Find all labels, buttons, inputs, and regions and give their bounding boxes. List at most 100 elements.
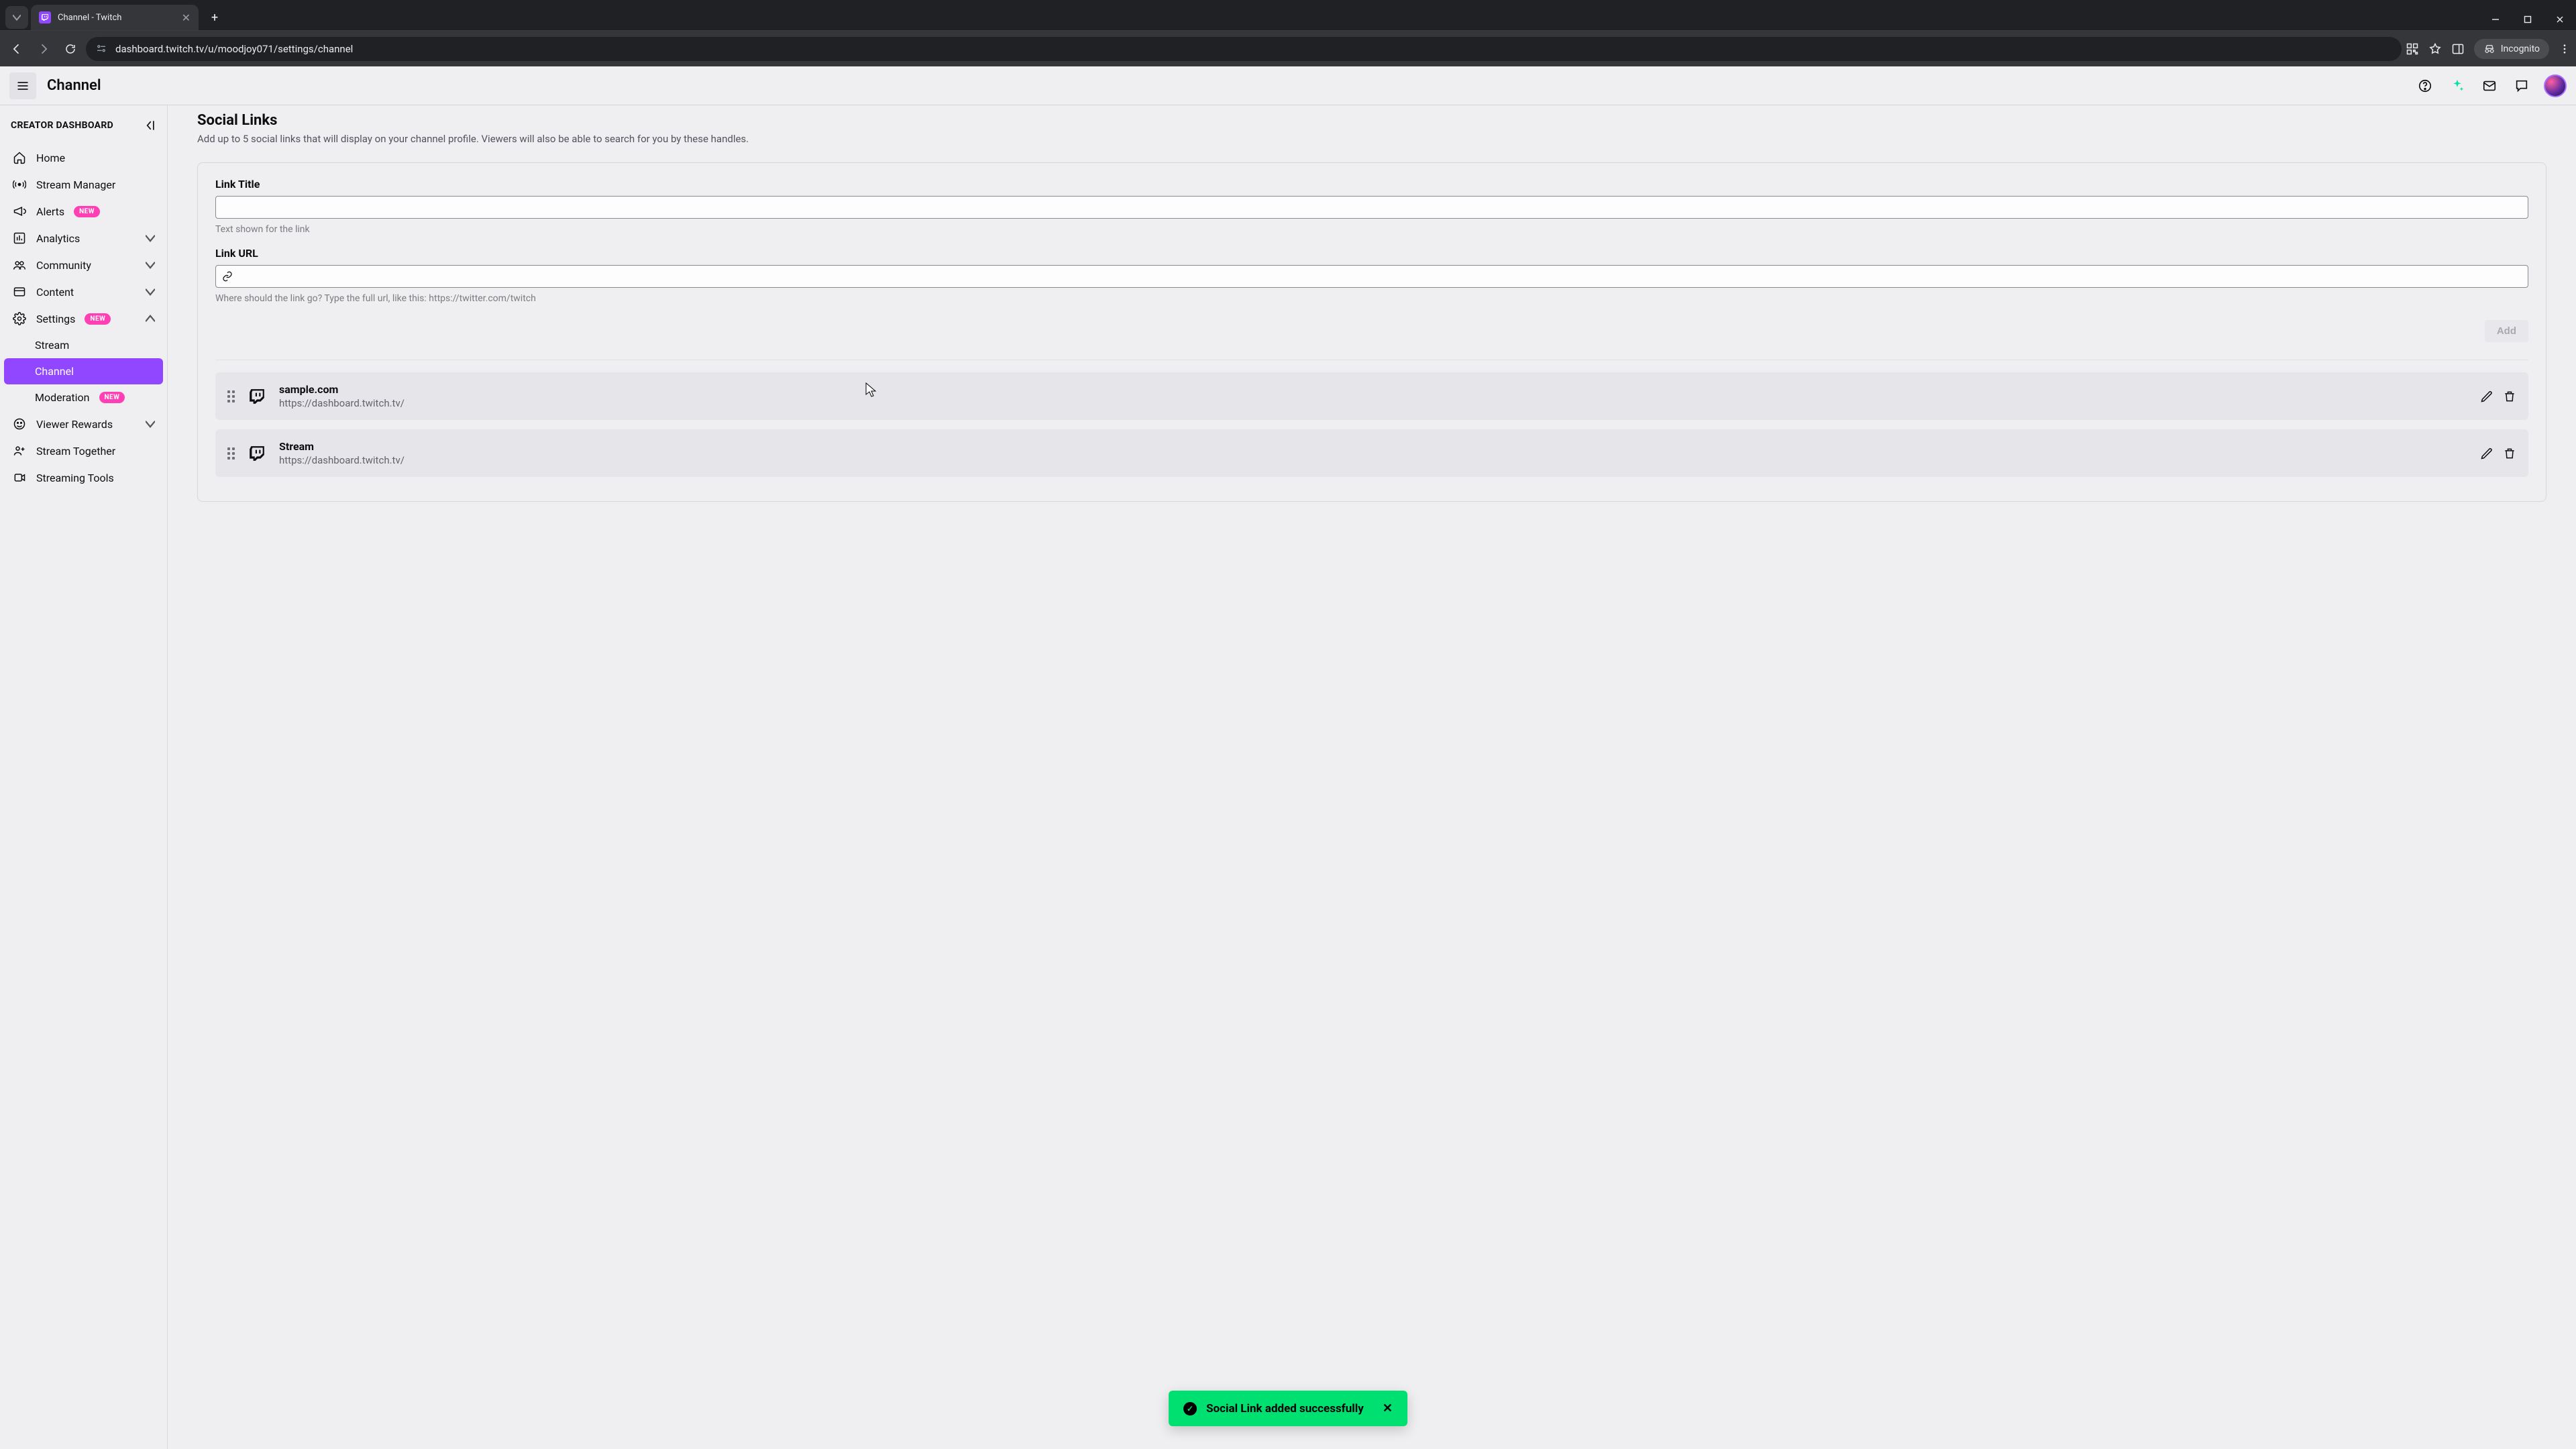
sidebar-item-label: Analytics <box>36 232 80 245</box>
user-avatar[interactable] <box>2544 74 2567 97</box>
sidebar-item-channel[interactable]: Channel <box>4 358 163 384</box>
incognito-label: Incognito <box>2501 44 2540 54</box>
sidebar-item-label: Community <box>36 259 91 272</box>
gear-icon <box>12 312 27 325</box>
drag-handle[interactable] <box>227 390 235 402</box>
sidebar-item-label: Streaming Tools <box>36 472 114 484</box>
social-link-url: https://dashboard.twitch.tv/ <box>279 397 2468 409</box>
chat-icon <box>2514 78 2529 93</box>
browser-forward-button[interactable] <box>32 38 55 60</box>
sidebar-item-content[interactable]: Content <box>4 278 163 305</box>
sidebar-item-stream[interactable]: Stream <box>4 332 163 358</box>
address-bar[interactable]: dashboard.twitch.tv/u/moodjoy071/setting… <box>86 37 2402 61</box>
help-button[interactable] <box>2415 76 2435 96</box>
sidebar-item-alerts[interactable]: Alerts NEW <box>4 198 163 225</box>
incognito-icon <box>2483 43 2496 55</box>
link-title-input[interactable] <box>215 196 2528 219</box>
sidebar-item-label: Content <box>36 286 74 299</box>
toast-close-button[interactable]: ✕ <box>1383 1401 1393 1415</box>
whispers-button[interactable] <box>2512 76 2532 96</box>
sidebar-item-community[interactable]: Community <box>4 252 163 278</box>
twitch-app: Channel CREATOR DASHBOARD Home <box>0 66 2576 1449</box>
sidebar-item-streaming-tools[interactable]: Streaming Tools <box>4 464 163 491</box>
window-maximize-button[interactable] <box>2512 9 2544 30</box>
browser-menu-button[interactable] <box>2559 43 2571 55</box>
browser-toolbar: dashboard.twitch.tv/u/moodjoy071/setting… <box>0 30 2576 66</box>
sparkle-button[interactable] <box>2447 76 2467 96</box>
chevron-down-icon <box>13 13 21 21</box>
social-link-row: Stream https://dashboard.twitch.tv/ <box>215 429 2528 477</box>
panel-icon[interactable] <box>2451 42 2465 56</box>
inbox-button[interactable] <box>2479 76 2500 96</box>
social-link-url: https://dashboard.twitch.tv/ <box>279 454 2468 466</box>
sidebar-item-label: Stream Manager <box>36 178 115 191</box>
community-icon <box>12 258 27 272</box>
browser-tab[interactable]: Channel - Twitch ✕ <box>31 5 199 30</box>
twitch-favicon <box>39 11 51 23</box>
sidebar-item-viewer-rewards[interactable]: Viewer Rewards <box>4 411 163 437</box>
trash-icon <box>2503 390 2516 403</box>
twitch-icon <box>247 386 267 407</box>
new-badge: NEW <box>74 206 100 217</box>
window-close-button[interactable] <box>2544 9 2576 30</box>
page-title: Channel <box>47 77 101 94</box>
collapse-sidebar-button[interactable] <box>143 119 156 132</box>
toast-success: ✓ Social Link added successfully ✕ <box>1169 1391 1407 1426</box>
social-links-panel: Link Title Text shown for the link Link … <box>197 162 2546 502</box>
social-link-title: sample.com <box>279 383 2468 396</box>
browser-tab-title: Channel - Twitch <box>58 13 175 23</box>
tab-well: Channel - Twitch ✕ + <box>0 5 224 30</box>
delete-button[interactable] <box>2503 390 2516 403</box>
bookmark-star-icon[interactable] <box>2428 42 2442 56</box>
analytics-icon <box>12 231 27 245</box>
hamburger-icon <box>16 79 30 93</box>
incognito-indicator[interactable]: Incognito <box>2474 39 2549 59</box>
edit-button[interactable] <box>2480 390 2493 403</box>
sidebar-item-analytics[interactable]: Analytics <box>4 225 163 252</box>
sidebar-item-stream-together[interactable]: Stream Together <box>4 437 163 464</box>
menu-toggle-button[interactable] <box>9 72 36 99</box>
tab-search-button[interactable] <box>5 6 28 29</box>
sidebar-item-label: Stream Together <box>36 445 115 458</box>
sidebar-item-moderation[interactable]: Moderation NEW <box>4 384 163 411</box>
new-tab-button[interactable]: + <box>205 8 224 27</box>
chevron-down-icon <box>146 233 155 243</box>
new-badge: NEW <box>99 392 125 403</box>
section-title: Social Links <box>197 112 2546 129</box>
address-bar-url: dashboard.twitch.tv/u/moodjoy071/setting… <box>115 43 353 55</box>
browser-reload-button[interactable] <box>59 38 82 60</box>
rewards-icon <box>12 417 27 431</box>
sidebar-item-label: Settings <box>36 313 75 325</box>
close-icon[interactable]: ✕ <box>182 11 191 24</box>
drag-handle[interactable] <box>227 447 235 460</box>
megaphone-icon <box>12 205 27 218</box>
link-url-input[interactable] <box>215 265 2528 288</box>
sidebar-item-label: Stream <box>35 339 69 352</box>
sidebar-item-settings[interactable]: Settings NEW <box>4 305 163 332</box>
delete-button[interactable] <box>2503 447 2516 460</box>
new-badge: NEW <box>85 313 111 325</box>
chevron-down-icon <box>146 287 155 297</box>
site-settings-icon[interactable] <box>95 43 107 55</box>
link-title-help: Text shown for the link <box>215 224 2528 235</box>
qr-icon[interactable] <box>2406 42 2419 56</box>
sidebar-item-label: Channel <box>35 365 74 378</box>
sparkle-icon <box>2450 78 2465 93</box>
main-content: Social Links Add up to 5 social links th… <box>168 105 2576 1449</box>
sidebar-item-stream-manager[interactable]: Stream Manager <box>4 171 163 198</box>
collapse-icon <box>143 119 156 132</box>
sidebar: CREATOR DASHBOARD Home Stream Manager Al… <box>0 105 168 1449</box>
twitch-icon <box>247 443 267 464</box>
browser-back-button[interactable] <box>5 38 28 60</box>
window-controls <box>2479 9 2576 30</box>
broadcast-icon <box>12 178 27 191</box>
app-header: Channel <box>0 66 2576 105</box>
window-minimize-button[interactable] <box>2479 9 2512 30</box>
edit-button[interactable] <box>2480 447 2493 460</box>
sidebar-item-home[interactable]: Home <box>4 144 163 171</box>
pencil-icon <box>2480 447 2493 460</box>
toast-message: Social Link added successfully <box>1206 1402 1364 1415</box>
chevron-down-icon <box>146 260 155 270</box>
add-button[interactable]: Add <box>2485 320 2528 342</box>
sidebar-item-label: Home <box>36 152 65 164</box>
